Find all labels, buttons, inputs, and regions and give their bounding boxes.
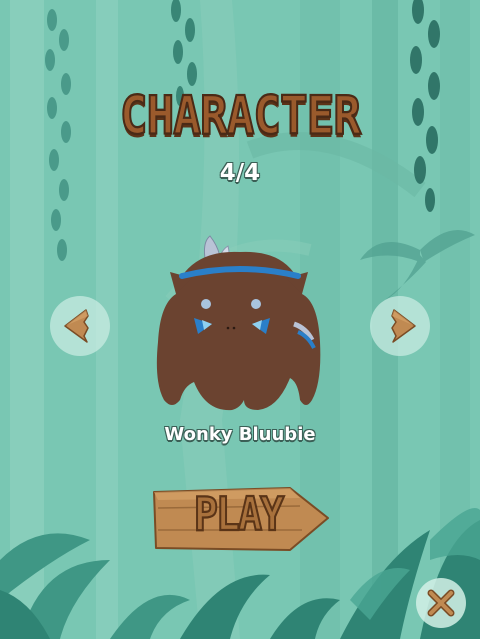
arrow-right-icon [391, 309, 416, 343]
close-button[interactable] [416, 578, 466, 628]
next-character-button[interactable] [370, 296, 430, 356]
close-icon [427, 589, 455, 617]
wonky-bluubie-character [156, 235, 321, 411]
play-button[interactable]: PLAY [150, 484, 330, 554]
arrow-left-icon [64, 309, 89, 343]
character-preview [140, 232, 340, 422]
character-counter: 4/4 [219, 160, 261, 186]
character-name: Wonky Bluubie [164, 424, 316, 445]
screen-title: CHARACTER [119, 83, 362, 147]
play-label: PLAY [193, 487, 285, 542]
previous-character-button[interactable] [50, 296, 110, 356]
